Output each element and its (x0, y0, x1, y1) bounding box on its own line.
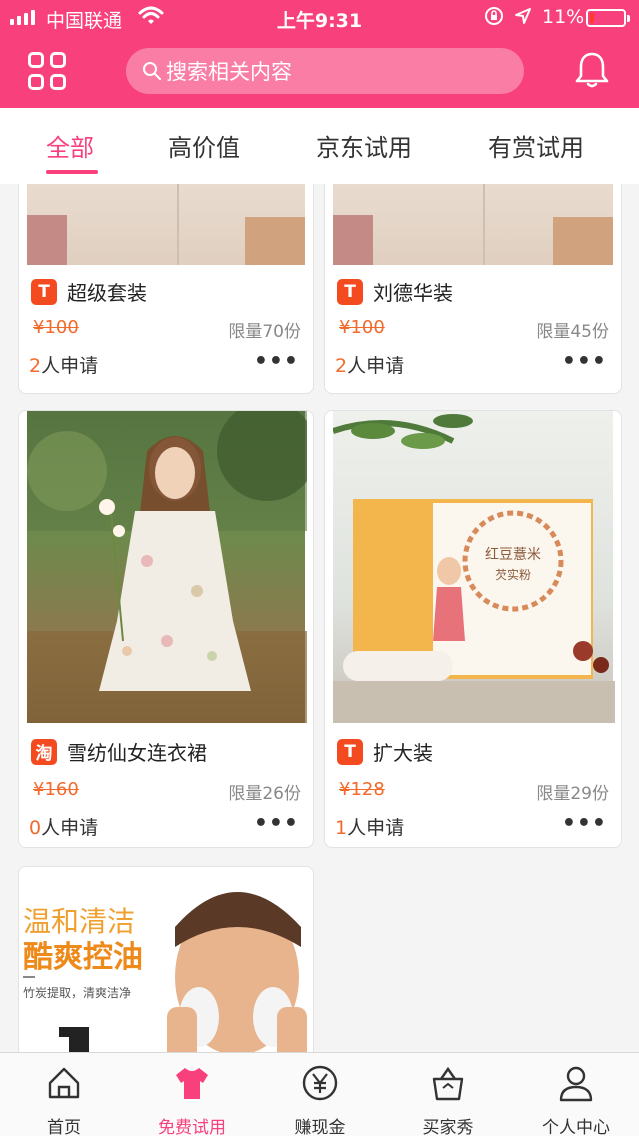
package-title-1: 红豆薏米 (485, 547, 541, 563)
bag-icon (432, 1066, 464, 1101)
product-title-row: T 扩大装 (337, 737, 433, 766)
nav-home[interactable]: 首页 (0, 1053, 128, 1136)
quantity-limit: 限量26份 (228, 784, 301, 804)
nav-buyer-show-label: 买家秀 (422, 1118, 474, 1136)
shirt-icon (176, 1068, 208, 1099)
tmall-icon: T (31, 278, 57, 305)
battery-icon (586, 9, 630, 27)
nav-free-trial[interactable]: 免费试用 (128, 1053, 256, 1136)
quantity-limit: 限量45份 (536, 322, 609, 342)
original-price: ¥100 (339, 317, 385, 338)
more-options-button[interactable]: ••• (254, 811, 299, 836)
applicant-number: 2 (335, 355, 348, 377)
applicant-suffix: 人申请 (347, 817, 405, 839)
product-name: 超级套装 (67, 281, 147, 305)
applicant-number: 2 (29, 355, 42, 377)
active-tab-indicator (46, 170, 98, 174)
product-image: 温和清洁 酷爽控油 竹炭提取，清爽洁净 (19, 867, 313, 1052)
applicant-suffix: 人申请 (41, 355, 99, 377)
product-image: 红豆薏米 芡实粉 (332, 411, 615, 723)
category-grid-button[interactable] (28, 52, 66, 90)
location-icon (515, 8, 531, 24)
product-title-row: T 超级套装 (31, 277, 147, 306)
status-bar: 中国联通 上午9:31 11% (0, 0, 639, 36)
more-options-button[interactable]: ••• (562, 811, 607, 836)
tmall-icon: T (337, 738, 363, 765)
tmall-icon: T (337, 278, 363, 305)
more-options-button[interactable]: ••• (254, 349, 299, 374)
tab-reward-trial[interactable]: 有赏试用 (488, 128, 584, 163)
nav-free-trial-label: 免费试用 (158, 1118, 226, 1136)
applicant-count: 1人申请 (335, 813, 404, 840)
search-icon (143, 62, 161, 80)
dress-photo (27, 411, 313, 723)
facewash-photo: 温和清洁 酷爽控油 竹炭提取，清爽洁净 (23, 892, 307, 1052)
product-name: 刘德华装 (373, 281, 453, 305)
person-icon (559, 1066, 593, 1102)
product-title-row: 淘 雪纺仙女连衣裙 (31, 737, 207, 766)
taobao-icon: 淘 (31, 738, 57, 765)
original-price: ¥128 (339, 779, 385, 800)
search-placeholder: 搜索相关内容 (166, 60, 292, 84)
tab-high-value[interactable]: 高价值 (168, 128, 240, 163)
category-tabs: 全部 高价值 京东试用 有赏试用 (0, 108, 639, 184)
product-card[interactable]: 温和清洁 酷爽控油 竹炭提取，清爽洁净 (18, 866, 314, 1052)
product-feed[interactable]: T 超级套装 ¥100 限量70份 2人申请 ••• T 刘德华装 ¥100 限… (0, 184, 639, 1052)
rotation-lock-icon (485, 7, 503, 25)
nav-profile-label: 个人中心 (542, 1118, 610, 1136)
applicant-number: 1 (335, 817, 348, 839)
product-name: 扩大装 (373, 741, 433, 765)
banner-line-2: 酷爽控油 (23, 940, 143, 975)
product-card[interactable]: T 刘德华装 ¥100 限量45份 2人申请 ••• (324, 184, 622, 394)
tab-jd-trial[interactable]: 京东试用 (316, 128, 412, 163)
applicant-count: 0人申请 (29, 813, 98, 840)
nav-earn-cash[interactable]: 赚现金 (256, 1053, 384, 1136)
quantity-limit: 限量70份 (228, 322, 301, 342)
original-price: ¥100 (33, 317, 79, 338)
nav-home-label: 首页 (47, 1118, 81, 1136)
yuan-icon (302, 1065, 338, 1101)
home-icon (48, 1067, 80, 1099)
product-card[interactable]: 淘 雪纺仙女连衣裙 ¥160 限量26份 0人申请 ••• (18, 410, 314, 848)
nav-profile[interactable]: 个人中心 (512, 1053, 639, 1136)
applicant-suffix: 人申请 (347, 355, 405, 377)
tab-all[interactable]: 全部 (46, 128, 94, 163)
banner-line-1: 温和清洁 (23, 905, 135, 938)
product-image (333, 184, 613, 265)
bell-icon[interactable] (572, 50, 612, 90)
applicant-number: 0 (29, 817, 42, 839)
applicant-count: 2人申请 (29, 351, 98, 378)
more-options-button[interactable]: ••• (562, 349, 607, 374)
nav-earn-cash-label: 赚现金 (294, 1118, 346, 1136)
package-title-2: 芡实粉 (495, 567, 531, 582)
product-image (27, 411, 313, 723)
banner-line-3: 竹炭提取，清爽洁净 (23, 985, 131, 1000)
applicant-count: 2人申请 (335, 351, 404, 378)
product-card[interactable]: 红豆薏米 芡实粉 T 扩大装 ¥128 限量29份 1人申请 ••• (324, 410, 622, 848)
nav-buyer-show[interactable]: 买家秀 (384, 1053, 512, 1136)
bottom-navigation: 首页 免费试用 赚现金 买家秀 个人中心 (0, 1052, 639, 1136)
product-card[interactable]: T 超级套装 ¥100 限量70份 2人申请 ••• (18, 184, 314, 394)
search-bar[interactable]: 搜索相关内容 (126, 48, 524, 94)
quantity-limit: 限量29份 (536, 784, 609, 804)
app-header: 中国联通 上午9:31 11% 搜索相关内容 (0, 0, 639, 108)
product-title-row: T 刘德华装 (337, 277, 453, 306)
battery-percent: 11% (542, 6, 585, 28)
product-name: 雪纺仙女连衣裙 (67, 741, 207, 765)
applicant-suffix: 人申请 (41, 817, 99, 839)
original-price: ¥160 (33, 779, 79, 800)
product-image (27, 184, 305, 265)
package-photo: 红豆薏米 芡实粉 (332, 414, 615, 723)
